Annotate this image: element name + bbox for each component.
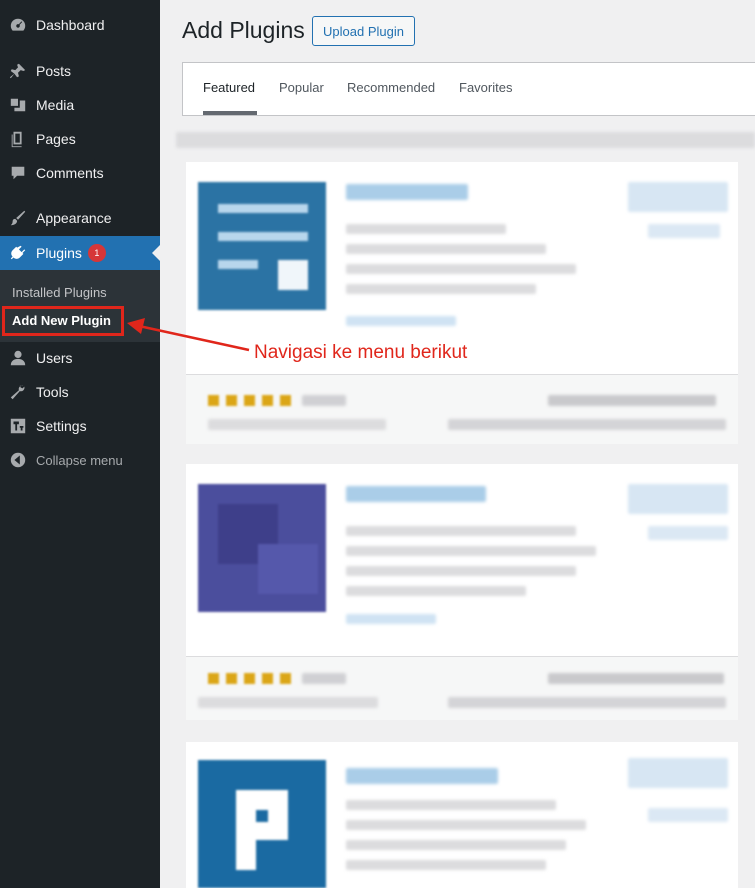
sidebar-item-pages[interactable]: Pages bbox=[0, 122, 160, 156]
star-icon bbox=[226, 395, 237, 406]
star-icon bbox=[280, 395, 291, 406]
brush-icon bbox=[0, 209, 36, 227]
tab-recommended[interactable]: Recommended bbox=[347, 80, 435, 95]
plugin-filter-tabs: Featured Popular Recommended Favorites bbox=[182, 62, 755, 116]
plugin-card-footer bbox=[186, 656, 738, 720]
pin-icon bbox=[0, 62, 36, 80]
plugin-description bbox=[346, 800, 556, 810]
plugin-card-footer bbox=[186, 374, 738, 444]
sidebar-item-comments[interactable]: Comments bbox=[0, 156, 160, 190]
star-icon bbox=[244, 673, 255, 684]
sidebar-item-label: Collapse menu bbox=[36, 452, 123, 468]
star-icon bbox=[208, 395, 219, 406]
plugin-title[interactable] bbox=[346, 184, 468, 200]
sidebar-item-label: Dashboard bbox=[36, 17, 105, 33]
install-now-button[interactable] bbox=[628, 758, 728, 788]
more-details-link[interactable] bbox=[648, 526, 728, 540]
sidebar-item-label: Comments bbox=[36, 165, 104, 181]
plugin-description bbox=[346, 264, 576, 274]
admin-sidebar: Dashboard Posts Media Pages Comments App… bbox=[0, 0, 160, 888]
sidebar-item-label: Pages bbox=[36, 131, 76, 147]
tab-favorites[interactable]: Favorites bbox=[459, 80, 512, 95]
pages-icon bbox=[0, 130, 36, 148]
plugin-title[interactable] bbox=[346, 486, 486, 502]
sidebar-item-label: Posts bbox=[36, 63, 72, 79]
star-icon bbox=[208, 673, 219, 684]
collapse-menu-button[interactable]: Collapse menu bbox=[0, 443, 160, 477]
plugin-description bbox=[346, 566, 576, 576]
plugin-card bbox=[186, 742, 738, 888]
sidebar-item-posts[interactable]: Posts bbox=[0, 54, 160, 88]
sidebar-item-label: Users bbox=[36, 350, 73, 366]
annotation-arrow-icon bbox=[127, 318, 250, 352]
sidebar-item-label: Appearance bbox=[36, 210, 112, 226]
sidebar-item-tools[interactable]: Tools bbox=[0, 375, 160, 409]
users-icon bbox=[0, 349, 36, 367]
plugin-description bbox=[346, 546, 596, 556]
media-icon bbox=[0, 96, 36, 114]
page-title: Add Plugins bbox=[182, 17, 305, 43]
blurred-search-row bbox=[176, 132, 755, 148]
plugin-description bbox=[346, 526, 576, 536]
star-icon bbox=[226, 673, 237, 684]
plugin-description bbox=[346, 586, 526, 596]
plugin-title[interactable] bbox=[346, 768, 498, 784]
sidebar-item-label: Tools bbox=[36, 384, 69, 400]
install-now-button[interactable] bbox=[628, 182, 728, 212]
install-now-button[interactable] bbox=[628, 484, 728, 514]
plugin-description bbox=[346, 244, 546, 254]
active-tab-indicator bbox=[203, 111, 257, 115]
sidebar-item-media[interactable]: Media bbox=[0, 88, 160, 122]
comment-icon bbox=[0, 164, 36, 182]
more-details-link[interactable] bbox=[648, 224, 720, 238]
plugin-thumbnail bbox=[198, 760, 326, 888]
plugin-thumbnail bbox=[198, 484, 326, 612]
plugin-description bbox=[346, 860, 546, 870]
plugin-card bbox=[186, 464, 738, 720]
sidebar-item-label: Settings bbox=[36, 418, 87, 434]
annotation-text: Navigasi ke menu berikut bbox=[254, 342, 468, 363]
plugin-description bbox=[346, 840, 566, 850]
wrench-icon bbox=[0, 383, 36, 401]
plugin-description bbox=[346, 820, 586, 830]
collapse-icon bbox=[0, 451, 36, 469]
sidebar-item-settings[interactable]: Settings bbox=[0, 409, 160, 443]
highlight-box bbox=[2, 306, 124, 336]
sidebar-item-appearance[interactable]: Appearance bbox=[0, 201, 160, 235]
tab-popular[interactable]: Popular bbox=[279, 80, 324, 95]
sidebar-item-label: Media bbox=[36, 97, 75, 113]
tab-featured[interactable]: Featured bbox=[203, 80, 255, 95]
star-icon bbox=[262, 395, 273, 406]
sidebar-item-plugins[interactable]: Plugins 1 bbox=[0, 236, 160, 270]
plugin-icon bbox=[0, 244, 36, 262]
update-count-badge: 1 bbox=[87, 244, 106, 262]
star-icon bbox=[280, 673, 291, 684]
plugin-card bbox=[186, 162, 738, 444]
dashboard-icon bbox=[0, 16, 36, 34]
plugin-thumbnail bbox=[198, 182, 326, 310]
sidebar-item-label: Plugins bbox=[36, 245, 82, 261]
plugin-description bbox=[346, 224, 506, 234]
plugin-author[interactable] bbox=[346, 614, 436, 624]
star-icon bbox=[262, 673, 273, 684]
sidebar-item-dashboard[interactable]: Dashboard bbox=[0, 8, 160, 42]
plugin-description bbox=[346, 284, 536, 294]
star-icon bbox=[244, 395, 255, 406]
upload-plugin-button[interactable]: Upload Plugin bbox=[312, 16, 415, 46]
more-details-link[interactable] bbox=[648, 808, 728, 822]
plugin-author[interactable] bbox=[346, 316, 456, 326]
submenu-installed-plugins[interactable]: Installed Plugins bbox=[12, 285, 107, 300]
settings-icon bbox=[0, 417, 36, 435]
